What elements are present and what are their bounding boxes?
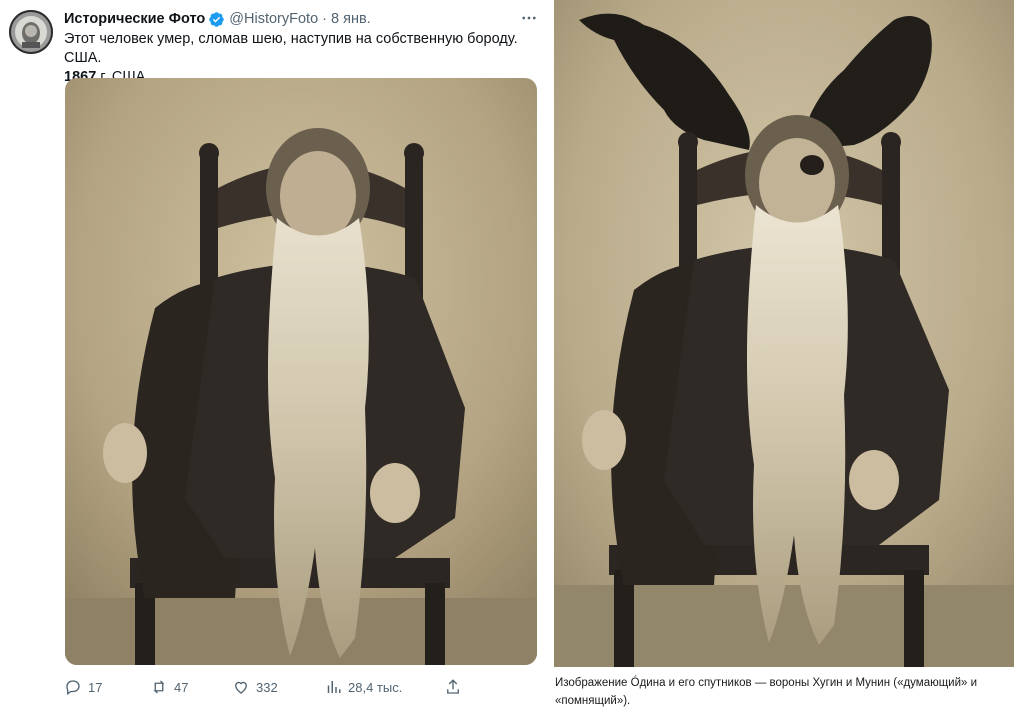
verified-badge-icon	[208, 11, 225, 28]
tweet: Исторические Фото @HistoryFoto · 8 янв. …	[0, 0, 552, 717]
share-button[interactable]	[444, 675, 468, 699]
reply-icon	[66, 680, 80, 696]
more-options-icon[interactable]	[518, 8, 540, 28]
separator-dot: ·	[322, 11, 327, 27]
like-count: 332	[256, 679, 278, 695]
share-icon	[447, 679, 459, 694]
tweet-text-line1: Этот человек умер, сломав шею, наступив …	[64, 31, 518, 66]
tweet-date[interactable]: 8 янв.	[331, 11, 371, 27]
reply-button[interactable]: 17	[64, 675, 102, 699]
odin-with-ravens-image	[554, 0, 1014, 667]
heart-icon	[235, 681, 247, 694]
author-name[interactable]: Исторические Фото	[64, 11, 205, 27]
view-count: 28,4 тыс.	[348, 679, 403, 695]
bearded-man-photo	[65, 78, 537, 665]
tweet-photo[interactable]	[65, 78, 537, 665]
repost-count: 47	[174, 679, 189, 695]
views-icon	[327, 681, 341, 693]
repost-button[interactable]: 47	[150, 675, 188, 699]
tweet-actions: 17 47 332 28,4 тыс.	[64, 675, 474, 699]
avatar[interactable]	[9, 10, 53, 54]
like-button[interactable]: 332	[232, 675, 278, 699]
odin-photo	[554, 0, 1014, 667]
tweet-header: Исторические Фото @HistoryFoto · 8 янв.	[64, 9, 371, 29]
repost-icon	[153, 680, 165, 694]
views-button[interactable]: 28,4 тыс.	[324, 675, 402, 699]
author-handle[interactable]: @HistoryFoto	[229, 11, 318, 27]
reply-count: 17	[88, 679, 103, 695]
image-caption: Изображение Óдина и его спутников — воро…	[555, 677, 978, 707]
